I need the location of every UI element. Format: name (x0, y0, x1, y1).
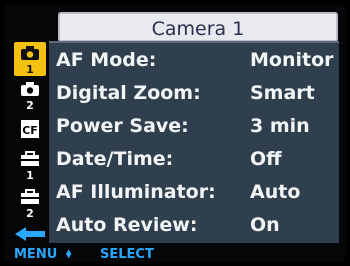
svg-text:CF: CF (22, 124, 38, 137)
tab-setup-2[interactable]: 2 (14, 186, 46, 220)
toolbox-icon (21, 189, 39, 204)
menu-row-af-illuminator[interactable]: AF Illuminator: Auto (49, 177, 339, 207)
menu-title: Camera 1 (58, 12, 338, 42)
menu-row-label: Digital Zoom: (56, 82, 201, 104)
tab-memory-card[interactable]: CF (14, 116, 46, 150)
menu-row-digital-zoom[interactable]: Digital Zoom: Smart (49, 78, 339, 108)
menu-row-power-save[interactable]: Power Save: 3 min (49, 111, 339, 141)
menu-row-label: Power Save: (56, 115, 189, 137)
menu-row-value: Smart (250, 82, 315, 104)
menu-row-af-mode[interactable]: AF Mode: Monitor (49, 45, 339, 75)
menu-hint: MENU (14, 247, 58, 262)
tab-camera-1[interactable]: 1 (14, 42, 46, 76)
settings-panel: AF Mode: Monitor Digital Zoom: Smart Pow… (49, 41, 339, 243)
camera-icon (21, 82, 39, 96)
tab-camera-2[interactable]: 2 (14, 78, 46, 112)
tab-number: 2 (26, 99, 34, 112)
tab-setup-1[interactable]: 1 (14, 148, 46, 182)
menu-row-auto-review[interactable]: Auto Review: On (49, 210, 339, 240)
back-arrow-icon[interactable] (14, 226, 46, 242)
menu-row-label: AF Illuminator: (56, 181, 216, 203)
camera-icon (21, 46, 39, 60)
updown-arrows-icon: ⬧ (66, 246, 72, 260)
cf-card-icon: CF (21, 120, 39, 138)
menu-row-value: Auto (250, 181, 301, 203)
tab-number: 2 (26, 207, 34, 220)
menu-row-label: Date/Time: (56, 148, 174, 170)
menu-row-value: On (250, 214, 280, 236)
menu-row-value: Monitor (250, 49, 334, 71)
menu-row-label: AF Mode: (56, 49, 157, 71)
menu-row-value: 3 min (250, 115, 310, 137)
select-hint: SELECT (100, 247, 154, 262)
toolbox-icon (21, 151, 39, 166)
tab-number: 1 (26, 169, 34, 182)
menu-row-date-time[interactable]: Date/Time: Off (49, 144, 339, 174)
menu-row-label: Auto Review: (56, 214, 198, 236)
menu-row-value: Off (250, 148, 282, 170)
camera-screen: Camera 1 AF Mode: Monitor Digital Zoom: … (4, 4, 346, 262)
tab-number: 1 (26, 63, 34, 76)
